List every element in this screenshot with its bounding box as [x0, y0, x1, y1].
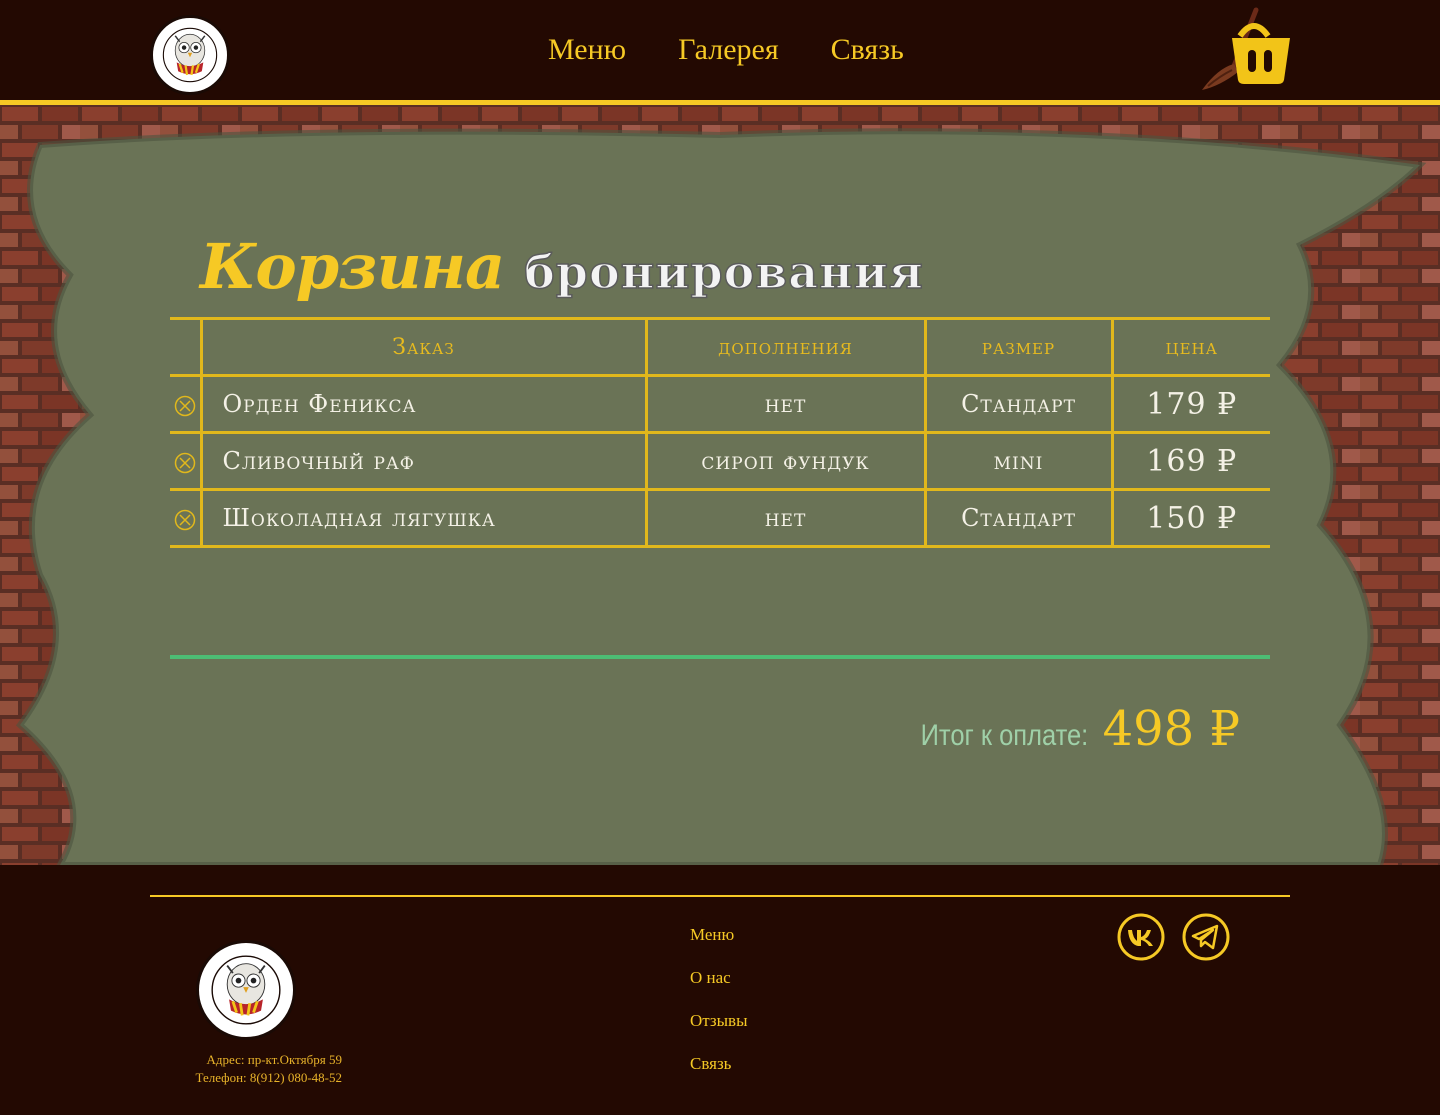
- header: Меню Галерея Связь: [0, 0, 1440, 100]
- item-size: mini: [923, 431, 1114, 491]
- header-order: Заказ: [199, 317, 648, 377]
- remove-circle-x-icon: [174, 509, 195, 530]
- header-size: размер: [923, 317, 1114, 377]
- remove-item-button[interactable]: [170, 488, 203, 548]
- item-price: 150 ₽: [1110, 488, 1270, 548]
- item-addition: сироп фундук: [644, 431, 927, 491]
- owl-logo-icon: [154, 19, 226, 91]
- cart-row: Орден Феникса нет Стандарт 179 ₽: [170, 374, 1270, 434]
- item-addition: нет: [644, 374, 927, 434]
- nav-link-gallery[interactable]: Галерея: [678, 30, 779, 70]
- nav-link-contact[interactable]: Связь: [831, 30, 904, 70]
- item-name: Шоколадная лягушка: [199, 488, 648, 548]
- remove-circle-x-icon: [174, 395, 195, 416]
- header-additions: дополнения: [644, 317, 927, 377]
- footer-link-contact[interactable]: Связь: [690, 1052, 748, 1075]
- owl-logo-icon: [200, 944, 292, 1036]
- basket-icon[interactable]: [1198, 6, 1292, 94]
- remove-circle-x-icon: [174, 452, 195, 473]
- total: Итог к оплате: 498 ₽: [891, 701, 1240, 757]
- cart-table-header: Заказ дополнения размер цена: [170, 317, 1270, 377]
- footer-divider: [150, 895, 1290, 897]
- cart-row: Сливочный раф сироп фундук mini 169 ₽: [170, 431, 1270, 491]
- item-name: Орден Феникса: [199, 374, 648, 434]
- item-price: 169 ₽: [1110, 431, 1270, 491]
- contact-info: Адрес: пр-кт.Октября 59 Телефон: 8(912) …: [150, 1051, 342, 1087]
- page-title-accent: Корзина: [200, 230, 505, 303]
- footer-link-about[interactable]: О нас: [690, 966, 748, 989]
- cart-row: Шоколадная лягушка нет Стандарт 150 ₽: [170, 488, 1270, 548]
- remove-item-button[interactable]: [170, 431, 203, 491]
- footer-logo[interactable]: [196, 940, 296, 1040]
- phone: Телефон: 8(912) 080-48-52: [195, 1070, 342, 1085]
- footer-link-menu[interactable]: Меню: [690, 923, 748, 946]
- total-value: 498 ₽: [1102, 701, 1240, 757]
- item-size: Стандарт: [923, 488, 1114, 548]
- telegram-icon[interactable]: [1182, 913, 1230, 961]
- total-divider: [170, 655, 1270, 659]
- logo[interactable]: [150, 15, 230, 95]
- main-nav: Меню Галерея Связь: [548, 30, 904, 70]
- item-name: Сливочный раф: [199, 431, 648, 491]
- header-remove: [170, 317, 203, 377]
- cart-section: Корзина бронирования Заказ дополнения ра…: [0, 105, 1440, 865]
- item-size: Стандарт: [923, 374, 1114, 434]
- remove-item-button[interactable]: [170, 374, 203, 434]
- item-price: 179 ₽: [1110, 374, 1270, 434]
- footer-nav: Меню О нас Отзывы Связь: [690, 923, 748, 1075]
- header-price: цена: [1110, 317, 1270, 377]
- page-title-rest: бронирования: [523, 244, 924, 300]
- footer: Адрес: пр-кт.Октября 59 Телефон: 8(912) …: [0, 865, 1440, 1115]
- address: Адрес: пр-кт.Октября 59: [206, 1052, 342, 1067]
- nav-link-menu[interactable]: Меню: [548, 30, 626, 70]
- item-addition: нет: [644, 488, 927, 548]
- footer-link-reviews[interactable]: Отзывы: [690, 1009, 748, 1032]
- vk-icon[interactable]: [1117, 913, 1165, 961]
- cart-table: Заказ дополнения размер цена Орден Феник…: [170, 317, 1270, 548]
- page-title: Корзина бронирования: [200, 217, 924, 307]
- total-label: Итог к оплате:: [920, 719, 1089, 752]
